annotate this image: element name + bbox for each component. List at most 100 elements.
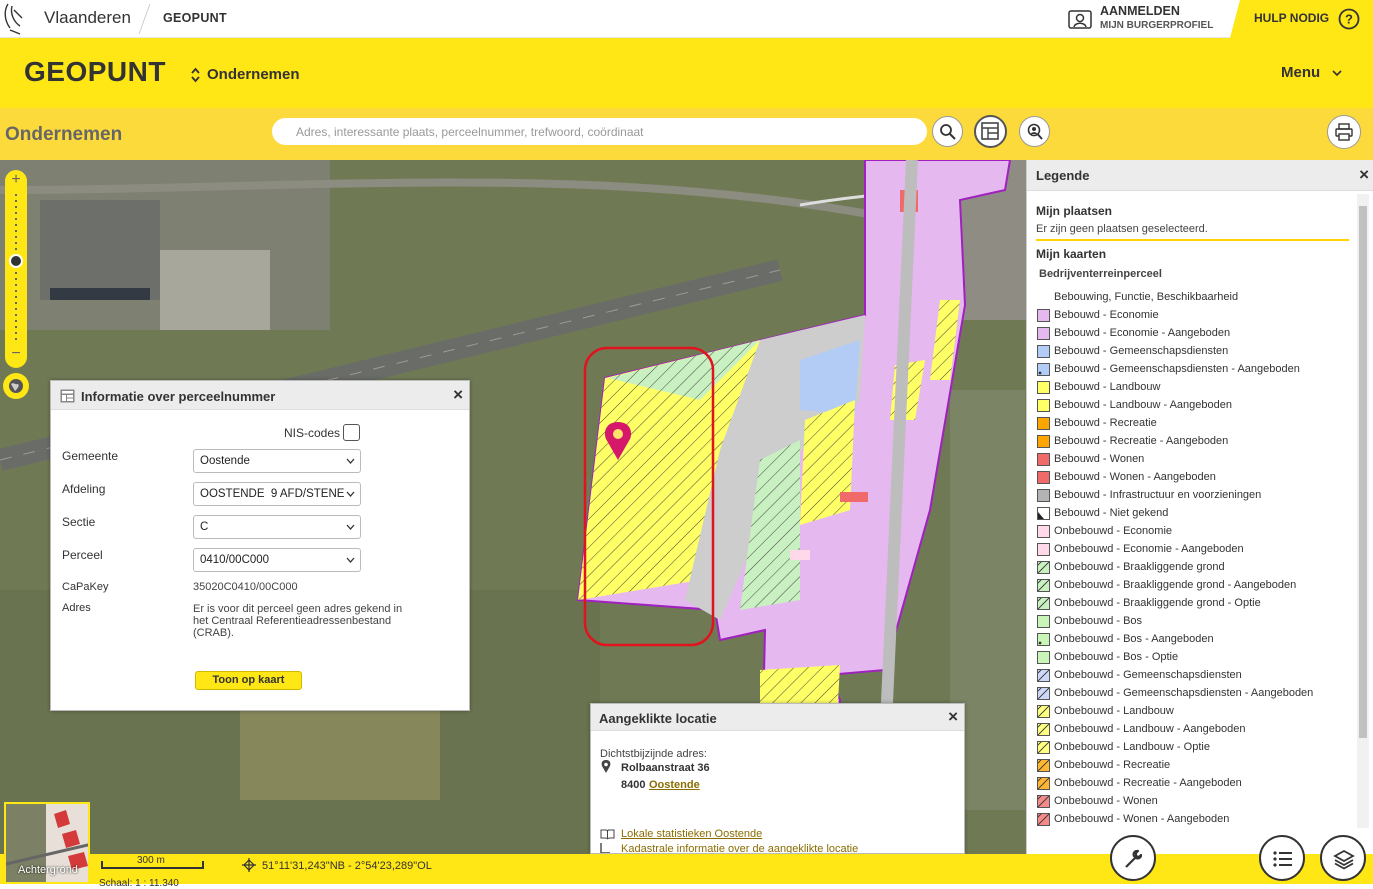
local-statistics-link[interactable]: Lokale statistieken Oostende <box>621 828 762 840</box>
my-places-heading: Mijn plaatsen <box>1036 204 1113 218</box>
nis-codes-checkbox[interactable] <box>343 424 360 441</box>
address-city-link[interactable]: Oostende <box>649 779 700 791</box>
legend-item-label: Bebouwd - Wonen - Aangeboden <box>1054 471 1216 483</box>
zoom-out-button[interactable]: − <box>9 346 23 362</box>
legend-swatch <box>1037 723 1050 736</box>
parcel-info-button[interactable] <box>974 115 1007 148</box>
legend-swatch <box>1037 309 1050 322</box>
legend-swatch <box>1037 579 1050 592</box>
legend-item-label: Bebouwd - Economie <box>1054 309 1159 321</box>
perceel-label: Perceel <box>62 548 103 562</box>
legend-item-label: Onbebouwd - Landbouw - Optie <box>1054 741 1210 753</box>
parcel-grid-icon <box>981 122 999 140</box>
app-switcher[interactable]: Ondernemen <box>190 66 300 83</box>
chevron-down-icon[interactable] <box>1331 68 1343 78</box>
zoom-control: + − <box>5 170 27 368</box>
coordinates-readout: 51°11'31,243"NB - 2°54'23,289"OL <box>262 860 432 872</box>
legend-swatch <box>1037 327 1050 340</box>
legend-item-label: Bebouwd - Wonen <box>1054 453 1145 465</box>
zoom-in-button[interactable]: + <box>9 172 23 188</box>
legend-item-label: Bebouwd - Infrastructuur en voorzieninge… <box>1054 489 1262 501</box>
afdeling-select[interactable]: OOSTENDE 9 AFD/STENE <box>193 482 361 506</box>
search-icon <box>940 124 956 140</box>
legend-swatch <box>1037 417 1050 430</box>
legend-body: Mijn plaatsen Er zijn geen plaatsen gese… <box>1027 191 1359 854</box>
flanders-lion-logo[interactable] <box>0 0 34 38</box>
scrollbar-thumb[interactable] <box>1359 206 1367 738</box>
legend-item-label: Bebouwing, Functie, Beschikbaarheid <box>1054 291 1239 303</box>
legend-item-label: Onbebouwd - Braakliggende grond <box>1054 561 1225 573</box>
legend-item-label: Onbebouwd - Landbouw - Aangeboden <box>1054 723 1246 735</box>
brand-separator <box>138 4 160 34</box>
nis-codes-label: NIS-codes <box>284 426 341 440</box>
gemeente-select[interactable]: Oostende <box>193 449 361 473</box>
help-button[interactable]: HULP NODIG ? <box>1230 0 1373 38</box>
app-switcher-label: Ondernemen <box>207 66 300 83</box>
close-icon[interactable]: × <box>1359 166 1369 183</box>
help-label: HULP NODIG <box>1254 11 1330 25</box>
menu-button[interactable]: Menu <box>1281 64 1320 81</box>
site-header: GEOPUNT Ondernemen Menu <box>0 38 1373 108</box>
gemeente-value: Oostende <box>200 455 250 467</box>
legend-item-label: Onbebouwd - Recreatie <box>1054 759 1171 771</box>
panel-title: Aangeklikte locatie <box>599 711 717 726</box>
legend-item-label: Onbebouwd - Bos - Aangeboden <box>1054 633 1214 645</box>
login-sublabel: MIJN BURGERPROFIEL <box>1100 20 1214 31</box>
legend-item-label: Bebouwd - Recreatie <box>1054 417 1157 429</box>
legend-swatch <box>1037 669 1050 682</box>
legend-scrollbar[interactable] <box>1357 194 1369 828</box>
panel-title: Informatie over perceelnummer <box>81 389 276 404</box>
search-input[interactable] <box>272 118 927 145</box>
brand-geopunt[interactable]: GEOPUNT <box>163 11 227 25</box>
page-title: Ondernemen <box>5 124 123 145</box>
sub-header: Ondernemen <box>0 108 1373 160</box>
legend-swatch <box>1037 795 1050 808</box>
brand-vlaanderen[interactable]: Vlaanderen <box>44 8 131 28</box>
layers-button[interactable] <box>1320 835 1366 881</box>
site-title[interactable]: GEOPUNT <box>24 56 166 88</box>
zoom-slider-handle[interactable] <box>9 254 23 268</box>
login-button[interactable]: AANMELDEN MIJN BURGERPROFIEL <box>1066 0 1238 38</box>
legend-item-label: Onbebouwd - Wonen <box>1054 795 1158 807</box>
legend-item-label: Bebouwd - Niet gekend <box>1054 507 1169 519</box>
search-button[interactable] <box>932 116 963 147</box>
panel-header: Informatie over perceelnummer × <box>51 381 469 410</box>
zoom-slider-track[interactable] <box>15 194 17 342</box>
svg-text:?: ? <box>1345 12 1353 27</box>
clicked-location-panel: Aangeklikte locatie × Dichtstbijzijnde a… <box>590 703 965 854</box>
chevron-down-icon <box>346 491 355 497</box>
full-extent-button[interactable] <box>3 373 29 399</box>
close-icon[interactable]: × <box>948 708 958 725</box>
list-button[interactable] <box>1259 835 1305 881</box>
legend-swatch <box>1037 651 1050 664</box>
legend-swatch <box>1037 471 1050 484</box>
legend-item-label: Bebouwd - Recreatie - Aangeboden <box>1054 435 1229 447</box>
legend-swatch <box>1037 687 1050 700</box>
legend-item-label: Onbebouwd - Bos - Optie <box>1054 651 1179 663</box>
printer-icon <box>1335 123 1353 141</box>
print-button[interactable] <box>1327 115 1361 149</box>
profile-card-icon <box>1068 10 1092 29</box>
location-info-button[interactable] <box>1019 116 1050 147</box>
close-icon[interactable]: × <box>453 386 463 403</box>
legend-swatch <box>1037 597 1050 610</box>
parcel-grid-icon <box>60 389 75 403</box>
legend-swatch <box>1037 489 1050 502</box>
list-icon <box>1273 851 1292 867</box>
background-label: Achtergrond <box>18 864 78 876</box>
perceel-select[interactable]: 0410/00C000 <box>193 548 361 572</box>
legend-item-label: Onbebouwd - Braakliggende grond - Optie <box>1054 597 1261 609</box>
legend-item-label: Bebouwd - Gemeenschapsdiensten <box>1054 345 1229 357</box>
no-places-text: Er zijn geen plaatsen geselecteerd. <box>1036 223 1208 235</box>
legend-swatch <box>1037 615 1050 628</box>
afdeling-label: Afdeling <box>62 482 106 496</box>
search-person-icon <box>1027 123 1043 140</box>
legend-item-label: Onbebouwd - Landbouw <box>1054 705 1174 717</box>
perceel-value: 0410/00C000 <box>200 554 270 566</box>
show-on-map-button[interactable]: Toon op kaart <box>195 671 302 690</box>
chevron-down-icon <box>346 458 355 464</box>
book-icon <box>600 829 615 840</box>
sectie-select[interactable]: C <box>193 515 361 539</box>
tools-button[interactable] <box>1110 835 1156 881</box>
cadastral-info-link[interactable]: Kadastrale informatie over de aangeklikt… <box>621 843 858 853</box>
